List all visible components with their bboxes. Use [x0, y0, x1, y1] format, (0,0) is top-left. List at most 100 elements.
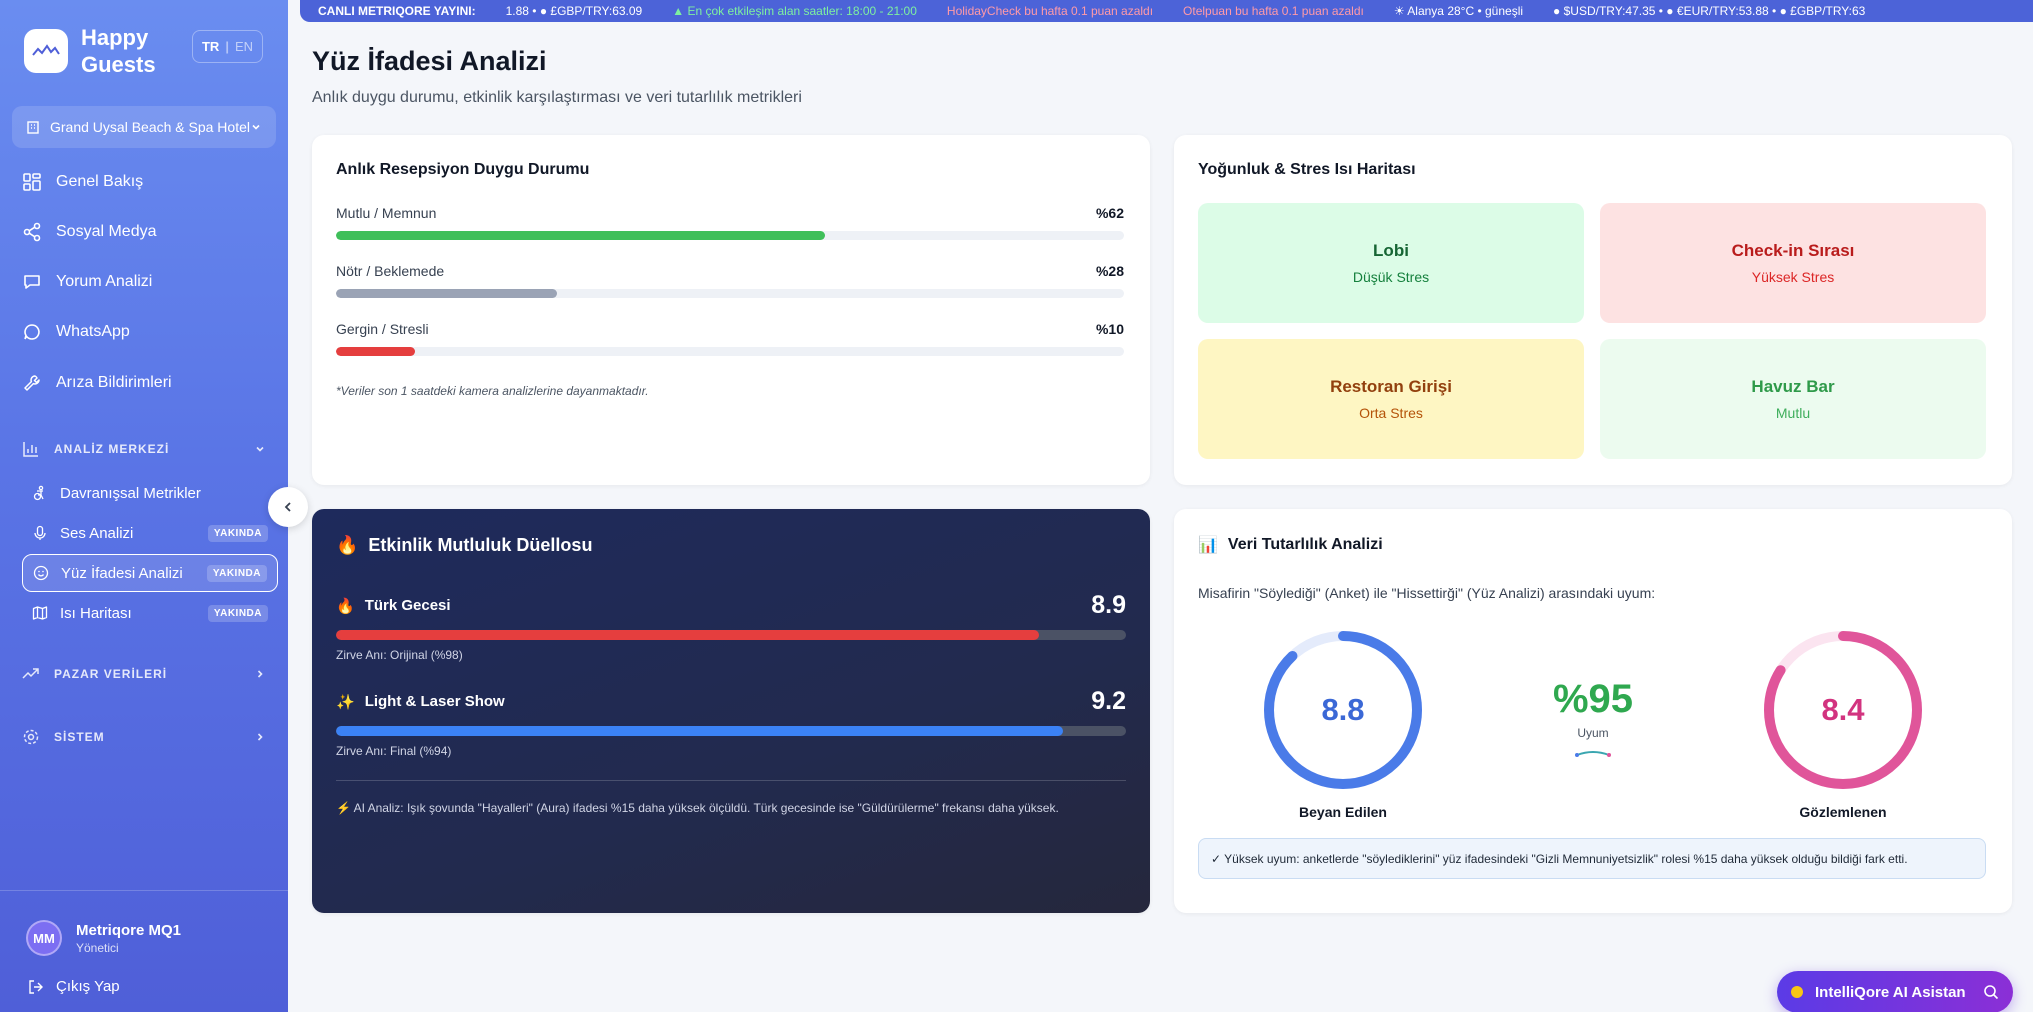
heatmap-card: Yoğunluk & Stres Isı Haritası Lobi Düşük…	[1174, 135, 2012, 485]
emotion-row: Gergin / Stresli %10	[336, 321, 1124, 356]
emotion-track	[336, 231, 1124, 240]
sub-isi-haritasi[interactable]: Isı Haritası YAKINDA	[22, 594, 278, 632]
zone-havuz-bar[interactable]: Havuz Bar Mutlu	[1600, 339, 1986, 459]
match-value: %95	[1552, 677, 1634, 721]
event-track	[336, 726, 1126, 736]
nav-sosyal-medya[interactable]: Sosyal Medya	[22, 211, 157, 253]
brand-name: Happy Guests	[81, 25, 156, 77]
event-score: 9.2	[1091, 687, 1126, 715]
event-score: 8.9	[1091, 591, 1126, 619]
nav-label: Yorum Analizi	[56, 273, 153, 290]
sub-label: Yüz İfadesi Analizi	[61, 564, 183, 582]
map-icon	[32, 606, 48, 620]
smile-icon	[33, 565, 49, 581]
consistency-card: 📊 Veri Tutarlılık Analizi Misafirin "Söy…	[1174, 509, 2012, 913]
sidebar: Happy Guests TR | EN Grand Uysal Beach &…	[0, 0, 288, 1012]
comment-icon	[24, 275, 40, 289]
ticker-item: Otelpuan bu hafta 0.1 puan azaldı	[1183, 4, 1364, 18]
hotel-selector[interactable]: Grand Uysal Beach & Spa Hotel	[12, 106, 276, 148]
nav-label: Genel Bakış	[56, 173, 144, 190]
event-fill	[336, 726, 1063, 736]
heatmap-title: Yoğunluk & Stres Isı Haritası	[1198, 161, 1416, 178]
zone-status: Orta Stres	[1359, 405, 1423, 421]
observed-label: Gözlemlenen	[1799, 804, 1887, 820]
user-profile[interactable]: MM Metriqore MQ1 Yönetici	[26, 920, 181, 956]
event-fill	[336, 630, 1040, 640]
sub-ses-analizi[interactable]: Ses Analizi YAKINDA	[22, 514, 278, 552]
ticker-title: CANLI METRIQORE YAYINI:	[318, 4, 476, 18]
emotion-card: Anlık Resepsiyon Duygu Durumu Mutlu / Me…	[312, 135, 1150, 485]
nav-yorum-analizi[interactable]: Yorum Analizi	[22, 261, 152, 303]
consistency-title: 📊 Veri Tutarlılık Analizi	[1198, 535, 1383, 555]
section-label: ANALİZ MERKEZİ	[54, 442, 170, 456]
nav-label: Sosyal Medya	[56, 223, 157, 240]
chevron-right-icon	[257, 733, 263, 741]
section-pazar-verileri[interactable]: PAZAR VERİLERİ	[22, 665, 266, 683]
coming-soon-badge: YAKINDA	[207, 524, 268, 542]
bar-chart-icon	[23, 442, 38, 457]
coming-soon-badge: YAKINDA	[206, 564, 267, 582]
ticker-item: ☀ Alanya 28°C • güneşli	[1393, 4, 1524, 18]
duel-title-text: Etkinlik Mutluluk Düellosu	[368, 535, 593, 555]
emotion-row: Mutlu / Memnun %62	[336, 205, 1124, 240]
declared-label: Beyan Edilen	[1299, 804, 1387, 820]
chart-icon: 📊	[1198, 537, 1218, 554]
lang-separator: |	[225, 39, 229, 54]
section-sistem[interactable]: SİSTEM	[22, 728, 266, 746]
building-icon	[27, 121, 39, 134]
ai-analysis-note: ⚡ AI Analiz: Işık şovunda "Hayalleri" (A…	[336, 801, 1059, 815]
language-toggle[interactable]: TR | EN	[192, 30, 263, 63]
lang-en[interactable]: EN	[235, 39, 253, 54]
nav-label: Arıza Bildirimleri	[56, 374, 172, 391]
fire-icon: 🔥	[336, 535, 359, 555]
emotion-title: Anlık Resepsiyon Duygu Durumu	[336, 161, 590, 178]
ticker-item: ● $USD/TRY:47.35 • ● €EUR/TRY:53.88 • ● …	[1553, 4, 1866, 18]
match-stat: %95 Uyum	[1533, 677, 1653, 765]
emotion-fill	[336, 231, 825, 240]
chevron-right-icon	[257, 670, 263, 678]
lang-tr[interactable]: TR	[202, 39, 219, 54]
sub-label: Isı Haritası	[60, 604, 132, 622]
brand[interactable]: Happy Guests	[24, 24, 181, 78]
live-ticker: CANLI METRIQORE YAYINI: 1.88 • ● £GBP/TR…	[300, 0, 2033, 22]
search-icon	[1984, 985, 1999, 1000]
zone-name: Restoran Girişi	[1330, 377, 1452, 396]
nav-ariza-bildirimleri[interactable]: Arıza Bildirimleri	[22, 362, 172, 404]
event-peak: Zirve Anı: Final (%94)	[336, 744, 452, 758]
zone-name: Check-in Sırası	[1731, 241, 1855, 260]
section-label: SİSTEM	[54, 730, 105, 744]
event-row: ✨ Light & Laser Show 9.2 Zirve Anı: Final…	[336, 687, 1126, 758]
zone-restoran[interactable]: Restoran Girişi Orta Stres	[1198, 339, 1584, 459]
page-subtitle: Anlık duygu durumu, etkinlik karşılaştır…	[312, 89, 802, 106]
wrench-icon	[24, 375, 40, 391]
declared-donut: 8.8	[1261, 628, 1425, 792]
coming-soon-badge: YAKINDA	[207, 604, 268, 622]
sub-yuz-ifadesi-analizi[interactable]: Yüz İfadesi Analizi YAKINDA	[22, 554, 278, 592]
zone-status: Yüksek Stres	[1751, 269, 1835, 285]
nav-genel-bakis[interactable]: Genel Bakış	[22, 161, 143, 203]
sidebar-collapse-button[interactable]	[268, 487, 308, 527]
zone-check-in[interactable]: Check-in Sırası Yüksek Stres	[1600, 203, 1986, 323]
event-peak: Zirve Anı: Orijinal (%98)	[336, 648, 463, 662]
consistency-title-text: Veri Tutarlılık Analizi	[1227, 536, 1383, 553]
event-track	[336, 630, 1126, 640]
sub-davranissal-metrikler[interactable]: Davranışsal Metrikler	[22, 474, 278, 512]
logout-icon	[29, 979, 43, 994]
ai-assistant-button[interactable]: IntelliQore AI Asistan	[1777, 971, 2013, 1012]
zone-status: Düşük Stres	[1352, 269, 1430, 285]
user-name: Metriqore MQ1	[76, 921, 182, 939]
emotion-track	[336, 347, 1124, 356]
zone-name: Lobi	[1373, 241, 1409, 260]
section-label: PAZAR VERİLERİ	[54, 667, 168, 681]
emotion-value: %28	[1095, 263, 1124, 279]
share-icon	[23, 222, 41, 242]
chat-icon	[24, 324, 40, 340]
user-role: Yönetici	[76, 940, 119, 955]
emotion-value: %62	[1095, 205, 1124, 221]
section-analiz-merkezi[interactable]: ANALİZ MERKEZİ	[22, 440, 266, 458]
logout-button[interactable]: Çıkış Yap	[28, 978, 120, 995]
zone-lobi[interactable]: Lobi Düşük Stres	[1198, 203, 1584, 323]
nav-whatsapp[interactable]: WhatsApp	[22, 311, 130, 353]
match-label: Uyum	[1577, 726, 1609, 740]
logout-label: Çıkış Yap	[56, 978, 120, 995]
